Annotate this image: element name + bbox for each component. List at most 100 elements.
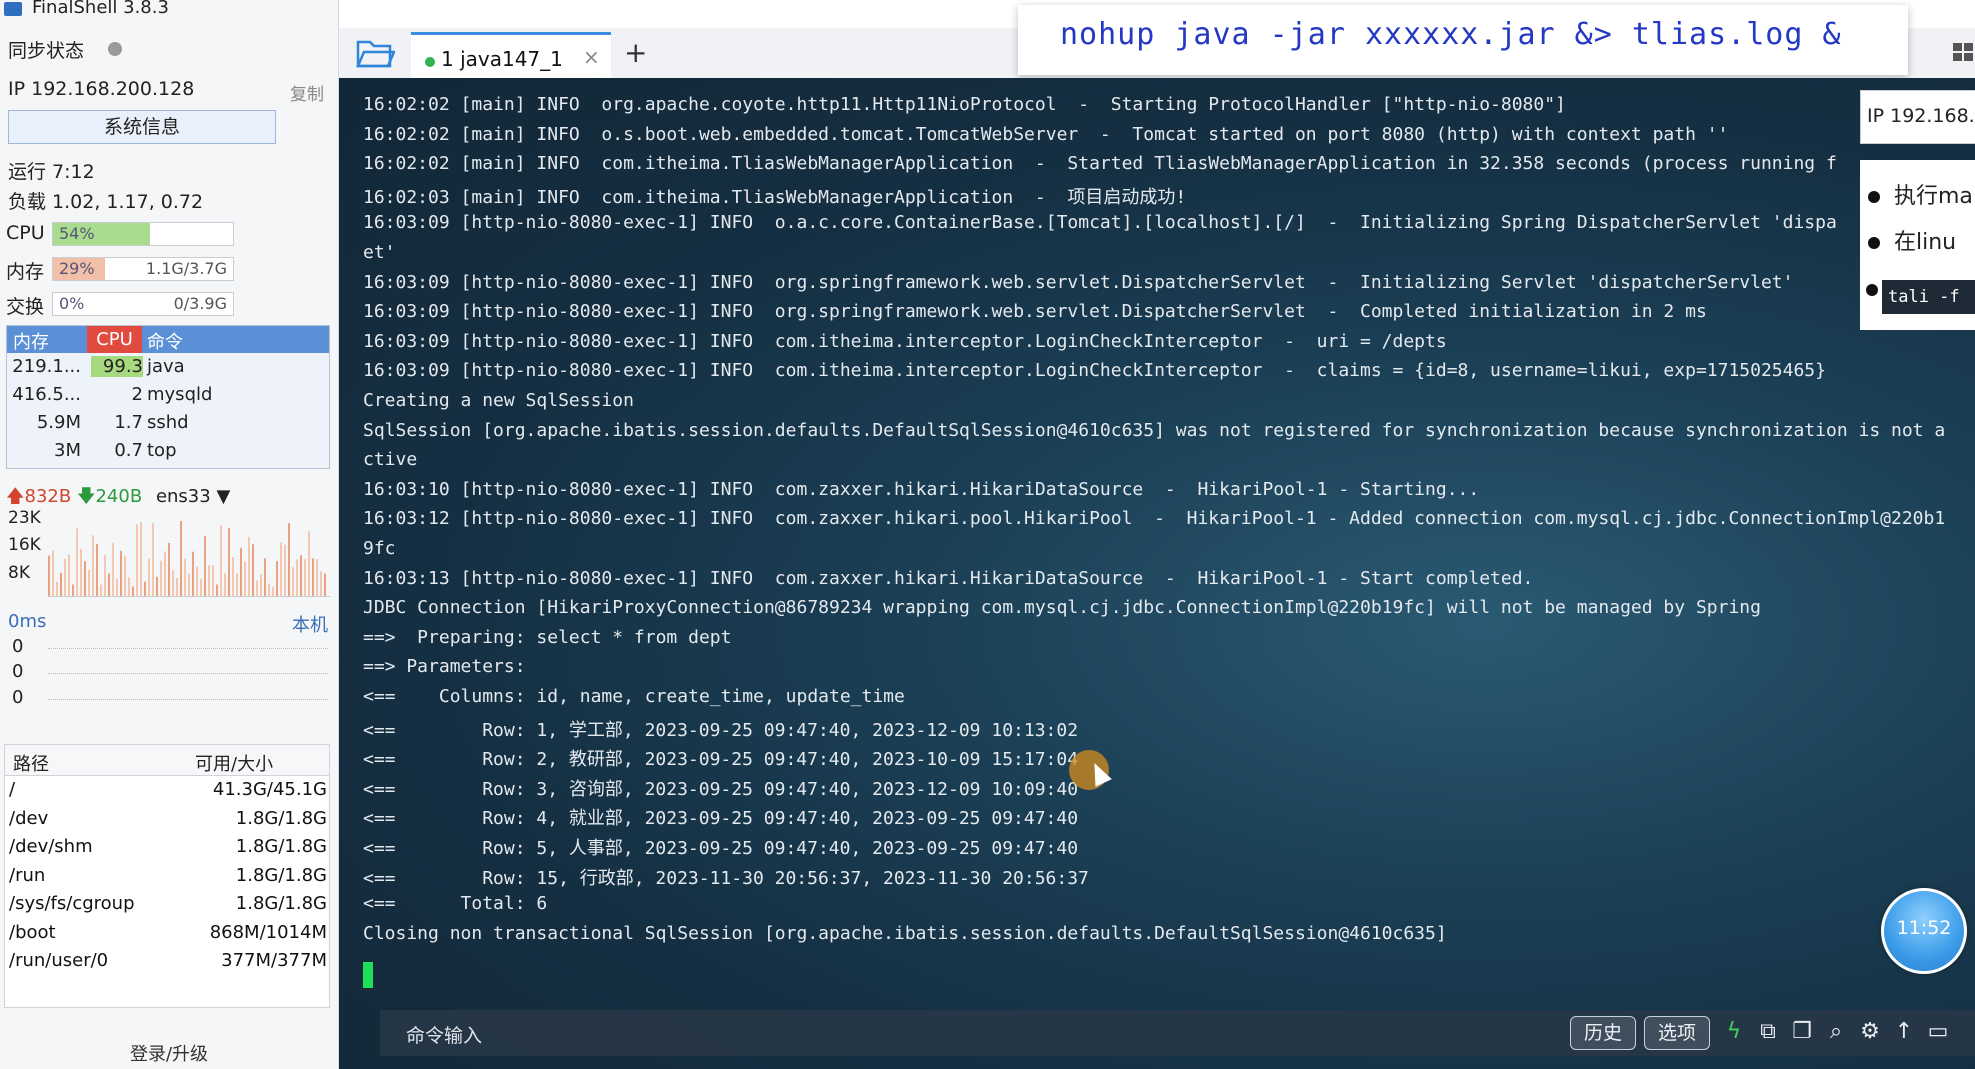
traffic-bar [232,557,234,596]
traffic-bar [112,542,114,596]
process-mem: 219.1... [12,356,81,377]
close-icon[interactable]: × [583,45,600,69]
terminal-line: 16:03:09 [http-nio-8080-exec-1] INFO o.a… [363,212,1837,234]
process-table: 内存 CPU 命令 219.1... 99.3 java 416.5... 2 … [6,325,330,469]
layout-grid-icon[interactable] [1951,40,1975,64]
lightning-icon[interactable]: ϟ [1722,1020,1746,1044]
disk-row[interactable]: / 41.3G/45.1G [5,776,329,805]
traffic-bar [64,558,66,596]
traffic-bar [272,586,274,596]
floating-ip-text: IP 192.168.2 [1867,105,1975,127]
command-hint-overlay: nohup java -jar xxxxxx.jar &> tlias.log … [1018,5,1908,75]
copy-icon[interactable]: ⧉ [1756,1020,1780,1044]
note-code-text: tali -f [1888,287,1960,307]
traffic-bar [216,584,218,596]
history-button[interactable]: 历史 [1570,1016,1636,1050]
sidebar: FinalShell 3.8.3 同步状态 IP 192.168.200.128… [0,0,339,1069]
terminal-line: 16:02:03 [main] INFO com.itheima.TliasWe… [363,186,1187,208]
note-text: 执行ma [1894,184,1973,209]
terminal-line: JDBC Connection [HikariProxyConnection@8… [363,597,1761,619]
sync-status-label: 同步状态 [8,40,85,62]
login-upgrade-link[interactable]: 登录/升级 [0,1040,338,1066]
process-row[interactable]: 5.9M 1.7 sshd [7,409,329,437]
process-row[interactable]: 3M 0.7 top [7,437,329,465]
disk-row[interactable]: /dev/shm 1.8G/1.8G [5,833,329,862]
disk-row[interactable]: /dev 1.8G/1.8G [5,805,329,834]
traffic-bar [152,523,154,596]
terminal-line: 16:03:13 [http-nio-8080-exec-1] INFO com… [363,567,1534,589]
process-cpu: 99.3 [91,356,143,377]
disk-size: 1.8G/1.8G [235,864,327,886]
bullet-icon [1868,191,1880,203]
options-button[interactable]: 选项 [1644,1016,1710,1050]
traffic-bar [296,559,298,596]
traffic-bar [224,573,226,596]
terminal-line: 16:03:09 [http-nio-8080-exec-1] INFO org… [363,301,1707,323]
traffic-bar [104,555,106,596]
floating-clock-widget[interactable]: 11:52 [1881,888,1967,974]
traffic-bar [140,522,142,596]
traffic-bar [288,523,290,596]
terminal-line: SqlSession [org.apache.ibatis.session.de… [363,419,1946,441]
folder-icon[interactable] [355,36,395,70]
swap-percent: 0% [59,294,85,313]
new-tab-plus-icon[interactable]: + [624,36,647,69]
paste-icon[interactable]: ❐ [1790,1020,1814,1044]
process-row[interactable]: 416.5... 2 mysqld [7,381,329,409]
tab-label: 1 java147_1 [441,47,563,71]
gear-icon[interactable]: ⚙ [1858,1020,1882,1044]
ping-value: 0 [12,636,24,657]
terminal-output[interactable]: Closing non transactional SqlSession [or… [339,78,1975,1069]
copy-ip-button[interactable]: 复制 [290,80,324,105]
disk-row[interactable]: /run/user/0 377M/377M [5,947,329,976]
traffic-bar [148,558,150,596]
network-interface-select[interactable]: ens33 [156,486,211,507]
terminal-line: 16:03:09 [http-nio-8080-exec-1] INFO com… [363,360,1826,382]
traffic-bar [168,542,170,596]
traffic-bar [48,555,50,596]
clock-time: 11:52 [1896,917,1952,939]
traffic-bar [128,577,130,596]
ping-latency: 0ms [8,611,47,632]
traffic-bar [312,558,314,596]
traffic-bar [252,544,254,596]
disk-size: 377M/377M [221,950,327,971]
col-path[interactable]: 路径 [13,750,49,776]
swap-meter: 0% 0/3.9G [52,292,234,316]
search-icon[interactable]: ⌕ [1824,1020,1848,1044]
note-item: 执行ma [1868,178,1973,210]
col-mem[interactable]: 内存 [13,328,49,354]
system-info-button[interactable]: 系统信息 [8,110,276,144]
traffic-bar [248,536,250,596]
process-cmd: mysqld [147,384,213,405]
process-row[interactable]: 219.1... 99.3 java [7,353,329,381]
memory-percent: 29% [59,259,95,278]
traffic-bar [80,548,82,596]
window-icon[interactable]: ▭ [1926,1020,1950,1044]
terminal-line: <== Total: 6 [363,893,548,915]
traffic-bar [76,528,78,596]
chevron-down-icon[interactable]: ▼ [216,486,230,507]
process-cpu: 2 [131,384,143,405]
traffic-bar [164,551,166,596]
terminal-line: 16:02:02 [main] INFO org.apache.coyote.h… [363,94,1566,115]
traffic-bar [88,570,90,596]
traffic-bar [320,571,322,596]
disk-row[interactable]: /run 1.8G/1.8G [5,862,329,891]
disk-row[interactable]: /boot 868M/1014M [5,919,329,948]
terminal-line: <== Row: 15, 行政部, 2023-11-30 20:56:37, 2… [363,867,1089,889]
col-cpu[interactable]: CPU [87,326,142,353]
ping-gridline [48,699,328,700]
col-size[interactable]: 可用/大小 [195,750,273,776]
disk-row[interactable]: /sys/fs/cgroup 1.8G/1.8G [5,890,329,919]
terminal-line: et' [363,242,396,263]
tab-session[interactable]: 1 java147_1 × [411,32,611,81]
ping-value: 0 [12,661,24,682]
command-input[interactable]: 命令输入 [406,1021,482,1048]
titlebar: FinalShell 3.8.3 [0,0,338,20]
traffic-bar [176,578,178,596]
floating-ip-box: IP 192.168.2 [1860,90,1975,144]
col-cmd[interactable]: 命令 [147,328,183,354]
ping-target[interactable]: 本机 [292,611,328,637]
upload-icon[interactable]: ↑ [1892,1020,1916,1044]
